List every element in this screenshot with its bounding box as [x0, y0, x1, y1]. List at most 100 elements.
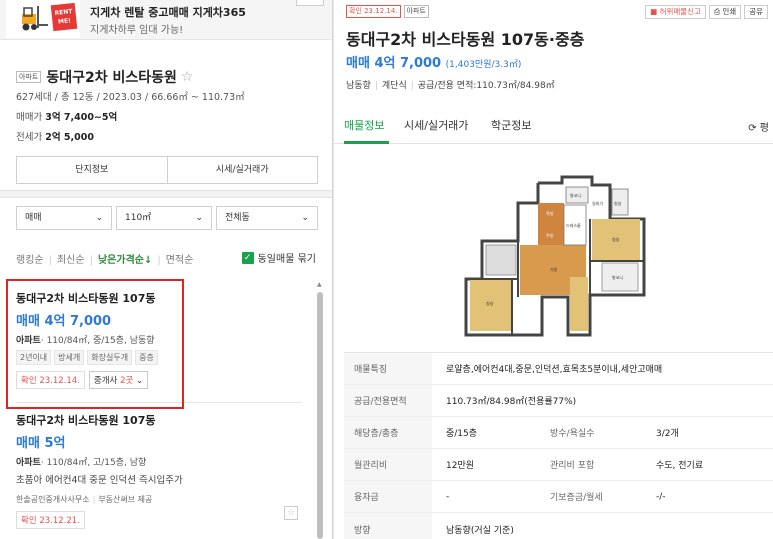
- ad-title[interactable]: 지게차 렌탈 중고매매 지게차365: [90, 4, 246, 20]
- chevron-down-icon: ⌄: [195, 213, 203, 223]
- table-row: 공급/전용면적 110.73㎡/84.98㎡(전용률77%): [344, 385, 773, 417]
- listing-price: 매매 5억: [16, 436, 66, 451]
- table-row: 매물특징 로얄층,에어컨4대,중문,인덕션,효목초5분이내,세안고매매: [344, 353, 773, 385]
- listing-confirm-row: 확인 23.12.21.: [16, 511, 302, 529]
- detail-actions: ■ 허위매물신고 ⎙ 인쇄 공유: [645, 5, 768, 19]
- tab-market-price[interactable]: 시세/실거래가: [404, 117, 468, 133]
- plan-label: 주방: [546, 232, 554, 238]
- plan-label: 드레스룸: [566, 222, 581, 228]
- plan-label: 욕실: [546, 210, 554, 216]
- sale-price-value: 3억 7,400~5억: [45, 112, 118, 123]
- plan-label: 침실: [486, 300, 494, 306]
- tab-school-info[interactable]: 학군정보: [491, 117, 531, 133]
- list-scrollbar[interactable]: [317, 292, 323, 539]
- sort-area[interactable]: 면적순: [166, 255, 194, 266]
- filter-bar: 매매 ⌄ 110㎡ ⌄ 전체동 ⌄: [16, 206, 318, 230]
- row-value: 남동향(거실 기준): [446, 525, 514, 536]
- sort-latest[interactable]: 최신순: [57, 255, 85, 266]
- share-button[interactable]: 공유: [744, 5, 768, 19]
- summary-area: 공급/전용 면적:110.73㎡/84.98㎡: [417, 81, 555, 91]
- row-label: 공급/전용면적: [344, 385, 432, 416]
- row-label: 융자금: [344, 481, 432, 512]
- group-same-listings-label: 동일매물 묶기: [257, 254, 316, 265]
- table-row: 방향 남동향(거실 기준): [344, 513, 773, 539]
- report-false-listing-button[interactable]: ■ 허위매물신고: [645, 5, 706, 19]
- listing-name: 동대구2차 비스타동원 107동: [16, 414, 156, 427]
- building-select[interactable]: 전체동 ⌄: [216, 206, 318, 230]
- table-row: 해당층/총층 중/15층 방수/욕실수 3/2개: [344, 417, 773, 449]
- complex-name: 동대구2차 비스타동원: [46, 70, 177, 86]
- summary-direction: 남동향: [346, 81, 371, 91]
- favorite-star-icon[interactable]: ☆: [284, 506, 298, 520]
- source-agent: 한솔공인중개사사무소: [16, 495, 90, 504]
- sort-ranking[interactable]: 랭킹순: [16, 255, 44, 266]
- section-divider: [0, 190, 332, 198]
- scroll-up-arrow-icon[interactable]: ▲: [317, 281, 322, 288]
- app-root: RENT ME! 지게차 렌탈 중고매매 지게차365 지게차하루 임대 가능!…: [0, 0, 773, 539]
- row-value: 중/15층: [446, 429, 478, 439]
- listing-type: 아파트: [16, 458, 41, 468]
- area-unit-toggle[interactable]: ⟳ 평: [748, 119, 769, 134]
- plan-label: 발코니: [570, 192, 581, 198]
- sort-low-price[interactable]: 낮은가격순↓: [98, 255, 152, 266]
- plan-label: 침실: [614, 200, 622, 206]
- row-label: 매물특징: [344, 353, 432, 384]
- row-label: 월관리비: [344, 449, 432, 480]
- print-button[interactable]: ⎙ 인쇄: [708, 5, 742, 19]
- confirm-date-badge: 확인 23.12.14.: [346, 5, 401, 18]
- complex-sale-price: 매매가 3억 7,400~5억: [16, 109, 117, 123]
- row-value: 3/2개: [656, 429, 679, 439]
- listing-spec-text: · 110/84㎡, 고/15층, 남향: [40, 458, 147, 468]
- detail-price-per-area: (1,403만원/3.3㎡): [445, 60, 522, 70]
- listing-detail-table: 매물특징 로얄층,에어컨4대,중문,인덕션,효목초5분이내,세안고매매 공급/전…: [344, 352, 773, 539]
- complex-title-row: 아파트 동대구2차 비스타동원 ☆: [16, 67, 193, 87]
- complex-info-button[interactable]: 단지정보: [17, 157, 167, 183]
- row-value: -/-: [656, 491, 666, 502]
- row-label: 기보증금/월세: [550, 493, 603, 503]
- row-label: 해당층/총층: [344, 417, 432, 448]
- chevron-down-icon: ⌄: [95, 213, 103, 223]
- area-value: 110㎡: [125, 213, 152, 223]
- floor-plan-image[interactable]: 발코니 침실 실외기 욕실 드레스룸 주방 거실 침실 침실 발코니: [462, 175, 650, 341]
- trade-type-select[interactable]: 매매 ⌄: [16, 206, 112, 230]
- tab-listing-info[interactable]: 매물정보: [344, 117, 384, 133]
- row-label: 방향: [344, 513, 432, 539]
- market-price-button[interactable]: 시세/실거래가: [166, 157, 318, 183]
- active-tab-underline: [344, 141, 389, 144]
- sale-price-label: 매매가: [16, 112, 43, 123]
- listing-panel: RENT ME! 지게차 렌탈 중고매매 지게차365 지게차하루 임대 가능!…: [0, 0, 333, 539]
- plan-label: 침실: [612, 236, 620, 242]
- area-select[interactable]: 110㎡ ⌄: [116, 206, 212, 230]
- row-value: 수도, 전기료: [656, 461, 704, 471]
- ad-rent-badge: RENT ME!: [50, 2, 78, 32]
- group-same-listings-toggle[interactable]: ✓ 동일매물 묶기: [241, 250, 316, 265]
- selected-listing-highlight: [6, 279, 184, 409]
- source-provider: 부동산써브 제공: [98, 495, 153, 504]
- complex-jeonse-price: 전세가 2억 5,000: [16, 129, 94, 143]
- listing-spec: 아파트· 110/84㎡, 고/15층, 남향: [16, 455, 302, 468]
- ad-close-button[interactable]: [296, 0, 324, 6]
- table-row: 월관리비 12만원 관리비 포함 수도, 전기료: [344, 449, 773, 481]
- row-label: 방수/욕실수: [550, 429, 595, 439]
- plan-label: 거실: [550, 266, 558, 272]
- jeonse-price-label: 전세가: [16, 132, 43, 143]
- table-row: 융자금 - 기보증금/월세 -/-: [344, 481, 773, 513]
- row-value: 로얄층,에어컨4대,중문,인덕션,효목초5분이내,세안고매매: [446, 365, 663, 375]
- ad-subtitle: 지게차하루 임대 가능!: [90, 25, 184, 36]
- row-label: 관리비 포함: [550, 461, 595, 471]
- forklift-icon: [22, 6, 48, 31]
- ad-image[interactable]: RENT ME!: [6, 0, 80, 38]
- confirm-date-badge: 확인 23.12.21.: [16, 511, 85, 529]
- trade-type-value: 매매: [25, 213, 42, 223]
- chevron-down-icon: ⌄: [301, 213, 309, 223]
- plan-label: 실외기: [592, 200, 603, 206]
- ad-banner[interactable]: RENT ME! 지게차 렌탈 중고매매 지게차365 지게차하루 임대 가능!: [0, 0, 332, 40]
- detail-summary: 남동향 | 계단식 | 공급/전용 면적:110.73㎡/84.98㎡: [346, 81, 555, 91]
- detail-price: 매매 4억 7,000 (1,403만원/3.3㎡): [346, 52, 521, 71]
- plan-label: 발코니: [612, 274, 623, 280]
- detail-price-value: 매매 4억 7,000: [346, 56, 442, 71]
- favorite-star-icon[interactable]: ☆: [181, 69, 194, 85]
- list-item[interactable]: 동대구2차 비스타동원 107동 매매 5억 아파트· 110/84㎡, 고/1…: [16, 412, 302, 529]
- complex-type-tag: 아파트: [16, 71, 42, 83]
- summary-structure: 계단식: [381, 81, 407, 91]
